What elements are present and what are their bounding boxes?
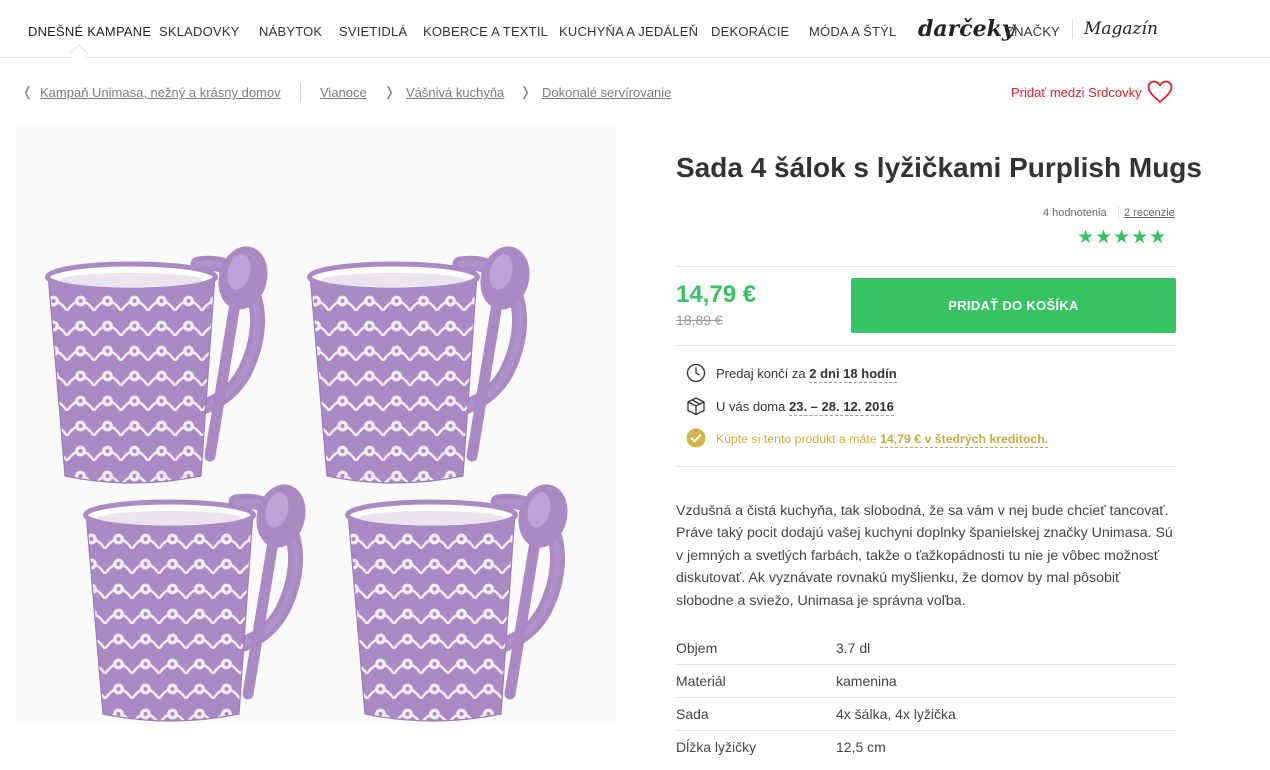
divider [676, 266, 1176, 267]
reviews-link[interactable]: 2 recenzie [1124, 207, 1175, 219]
star-rating: ★★★★★ [1077, 227, 1168, 248]
nav-item-stock[interactable]: SKLADOVKY [159, 24, 240, 39]
rating-count: 4 hodnotenia [1043, 207, 1107, 219]
credit-label: Kúpte si tento produkt a máte [716, 432, 877, 446]
nav-item-carpets-textiles[interactable]: KOBERCE A TEXTIL [423, 24, 548, 39]
divider [676, 345, 1176, 346]
heart-icon[interactable] [1147, 80, 1173, 104]
nav-item-lighting[interactable]: SVIETIDLÁ [339, 24, 407, 39]
spec-value: 4x šálka, 4x lyžička [836, 706, 956, 722]
nav-item-kitchen-dining[interactable]: KUCHYŇA A JEDÁLEŇ [559, 24, 698, 39]
active-nav-indicator [69, 44, 89, 64]
breadcrumb-campaign[interactable]: Kampaň Unimasa, nežný a krásny domov [40, 85, 281, 100]
nav-item-decorations[interactable]: DEKORÁCIE [711, 24, 789, 39]
spec-value: 12,5 cm [836, 739, 886, 755]
spec-value: kamenina [836, 673, 897, 689]
nav-divider [1072, 19, 1073, 39]
rating-divider [1118, 206, 1119, 219]
mugs-illustration [16, 124, 616, 724]
spec-value: 3.7 dl [836, 640, 871, 656]
nav-item-brands[interactable]: ZNAČKY [1006, 24, 1060, 39]
breadcrumb-christmas[interactable]: Vianoce [320, 85, 367, 100]
nav-item-gifts[interactable]: darčeky [918, 16, 1015, 42]
credit-info: Kúpte si tento produkt a máte 14,79 € v … [716, 432, 1049, 448]
nav-item-fashion-style[interactable]: MÓDA A ŠTÝL [809, 24, 896, 39]
delivery-dates: 23. – 28. 12. 2016 [789, 399, 894, 416]
spec-divider [676, 697, 1176, 698]
chevron-right-icon: ❭ [384, 84, 395, 99]
original-price: 18,89 € [676, 312, 723, 328]
spec-label: Dĺžka lyžičky [676, 739, 757, 755]
sale-ends-info: Predaj končí za 2 dni 18 hodín [716, 366, 897, 383]
box-icon [687, 397, 705, 416]
add-to-cart-button[interactable]: PRIDAŤ DO KOŠÍKA [851, 278, 1176, 333]
add-to-favorites-link[interactable]: Pridať medzi Srdcovky [1011, 85, 1142, 100]
chevron-left-icon: ❬ [22, 84, 33, 99]
chevron-right-icon: ❭ [520, 84, 531, 99]
spec-label: Objem [676, 640, 718, 656]
sale-ends-label: Predaj končí za [716, 366, 806, 381]
top-navigation: DNEŠNÉ KAMPANE SKLADOVKY NÁBYTOK SVIETID… [0, 0, 1270, 64]
nav-item-todays-campaigns[interactable]: DNEŠNÉ KAMPANE [28, 24, 151, 39]
nav-item-magazine[interactable]: Magazín [1084, 19, 1158, 39]
product-title: Sada 4 šálok s lyžičkami Purplish Mugs [676, 152, 1202, 183]
divider [676, 466, 1176, 467]
spec-label: Sada [676, 706, 709, 722]
breadcrumb-divider [300, 83, 301, 102]
spec-label: Materiál [676, 673, 726, 689]
breadcrumb-kitchen[interactable]: Vášnivá kuchyňa [406, 85, 504, 100]
product-description: Vzdušná a čistá kuchyňa, tak slobodná, ž… [676, 503, 1173, 609]
credit-value[interactable]: 14,79 € v štedrých kreditoch. [880, 432, 1049, 448]
current-price: 14,79 € [676, 281, 757, 308]
spec-divider [676, 664, 1176, 665]
breadcrumb-serving[interactable]: Dokonalé servírovanie [542, 85, 671, 100]
delivery-info: U vás doma 23. – 28. 12. 2016 [716, 399, 894, 416]
clock-icon [686, 363, 706, 383]
check-circle-icon [686, 428, 706, 448]
delivery-label: U vás doma [716, 399, 786, 414]
sale-ends-value: 2 dni 18 hodín [809, 366, 897, 383]
nav-item-furniture[interactable]: NÁBYTOK [259, 24, 322, 39]
product-image[interactable] [16, 124, 616, 724]
spec-divider [676, 730, 1176, 731]
